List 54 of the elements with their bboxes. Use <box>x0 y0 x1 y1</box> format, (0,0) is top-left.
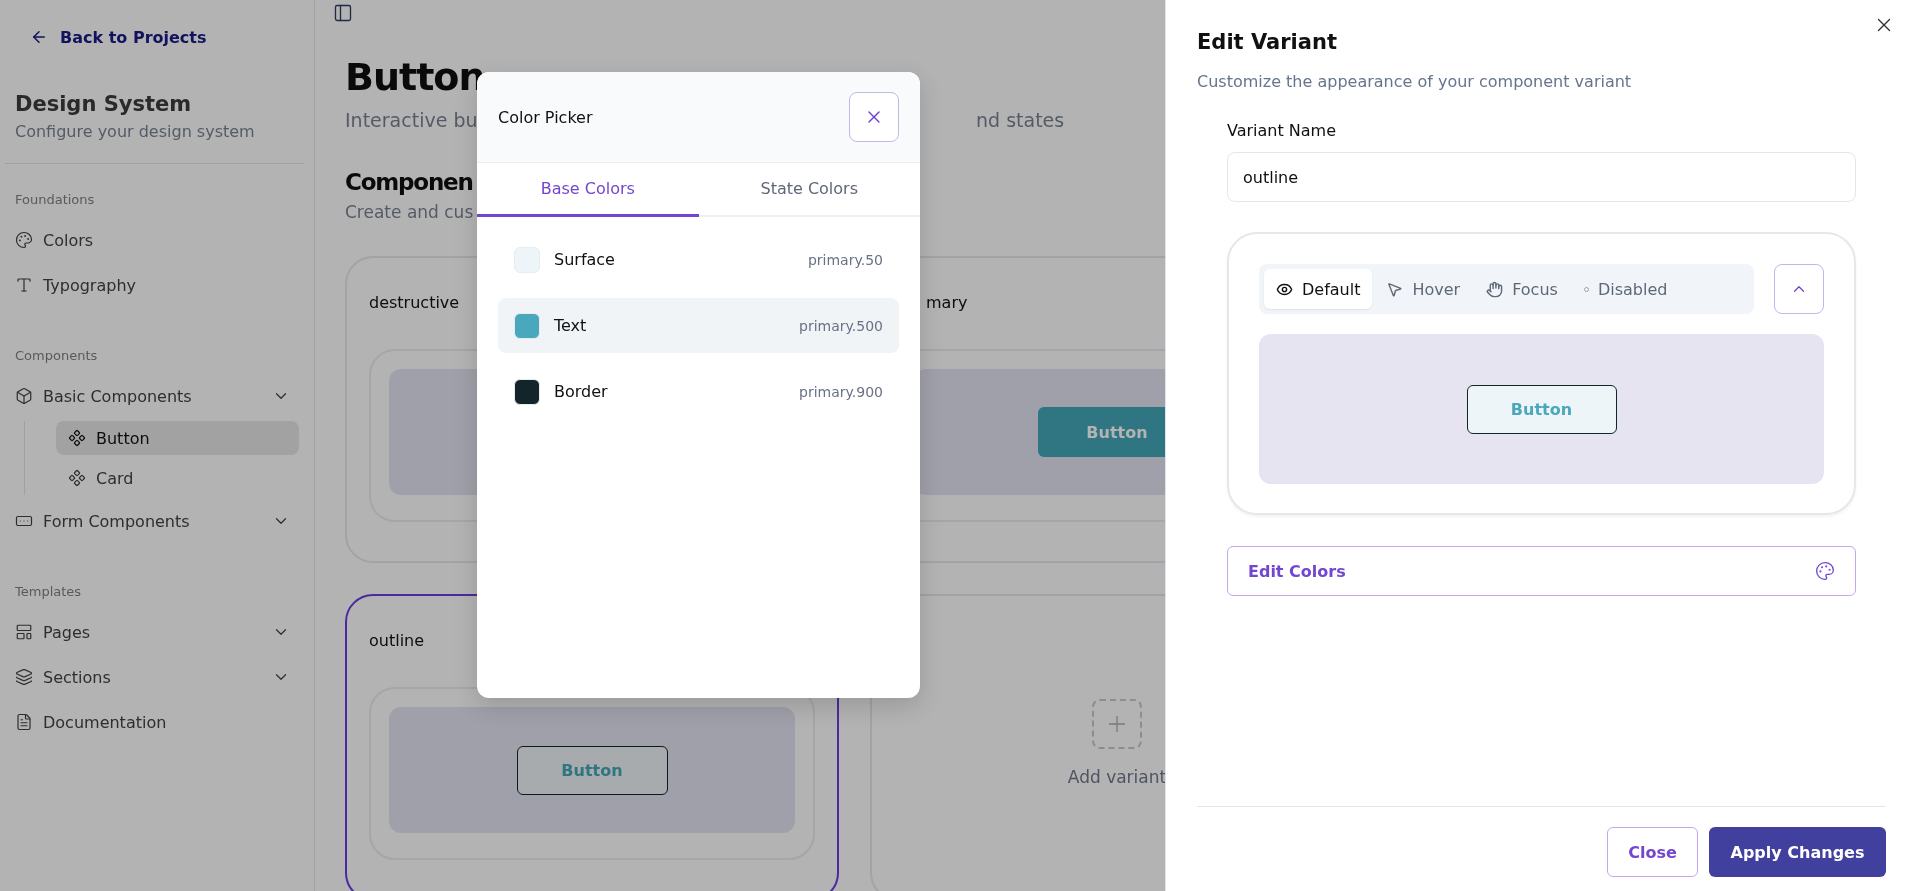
state-tab[interactable]: Focus <box>1474 269 1570 309</box>
variant-name-field[interactable]: outline <box>1227 152 1856 202</box>
tab[interactable]: State Colors <box>698 163 920 217</box>
sidebar-item[interactable]: Typography <box>5 265 300 305</box>
sidebar-item[interactable]: Button <box>56 421 299 455</box>
layers-icon <box>15 668 33 686</box>
color-name: Border <box>554 382 609 401</box>
sidebar-item[interactable]: Documentation <box>5 702 300 742</box>
state-tab[interactable]: Default <box>1264 269 1373 309</box>
color-row[interactable]: Text primary.500 <box>498 298 899 353</box>
page-subtitle: Interactive bu <box>345 108 478 133</box>
cursor-icon <box>1386 280 1404 298</box>
sidebar-toggle-icon[interactable] <box>333 3 353 23</box>
section-heading: Templates <box>15 583 83 601</box>
state-tab[interactable]: Hover <box>1374 269 1473 309</box>
palette-icon <box>1815 561 1835 581</box>
hand-icon <box>1486 280 1504 298</box>
text-icon <box>15 276 33 294</box>
section-heading: Foundations <box>15 191 96 209</box>
sidebar-item[interactable]: Basic Components <box>5 376 300 416</box>
panel-title: Edit Variant <box>1197 29 1338 56</box>
edit-colors-button[interactable]: Edit Colors <box>1227 546 1856 596</box>
tab[interactable]: Base Colors <box>477 163 699 217</box>
page-subtitle: nd states <box>976 108 1065 133</box>
sidebar-item[interactable]: Form Components <box>5 501 300 541</box>
variant-name: mary <box>925 292 969 314</box>
back-link[interactable]: Back to Projects <box>30 22 304 52</box>
layout-icon <box>15 623 33 641</box>
document-icon <box>15 713 33 731</box>
state-tab[interactable]: Disabled <box>1571 269 1680 309</box>
variant-name: outline <box>369 630 426 652</box>
close-button[interactable]: Close <box>1607 827 1698 877</box>
sidebar-subtitle: Configure your design system <box>15 122 256 141</box>
cube-icon <box>15 387 33 405</box>
component-icon <box>68 429 86 447</box>
page-title: Button <box>345 54 485 101</box>
dialog-title: Color Picker <box>498 107 593 127</box>
sidebar-item[interactable]: Pages <box>5 612 300 652</box>
section-heading: Components <box>15 347 99 365</box>
field-label: Variant Name <box>1227 121 1338 140</box>
palette-icon <box>15 231 33 249</box>
sidebar-title: Design System <box>15 92 193 116</box>
sidebar-item[interactable]: Sections <box>5 657 300 697</box>
color-name: Surface <box>554 250 616 269</box>
component-icon <box>68 469 86 487</box>
panel-subtitle: Customize the appearance of your component variant <box>1197 72 1633 91</box>
sidebar-item[interactable]: Card <box>56 461 299 495</box>
color-name: Text <box>554 316 588 335</box>
apply-button[interactable]: Apply Changes <box>1709 827 1886 877</box>
sidebar-item[interactable]: Colors <box>5 220 300 260</box>
section-subtitle: Create and cus <box>345 201 474 224</box>
add-icon <box>1092 698 1142 749</box>
variant-name: destructive <box>369 292 461 314</box>
section-title: Componen <box>345 168 473 197</box>
